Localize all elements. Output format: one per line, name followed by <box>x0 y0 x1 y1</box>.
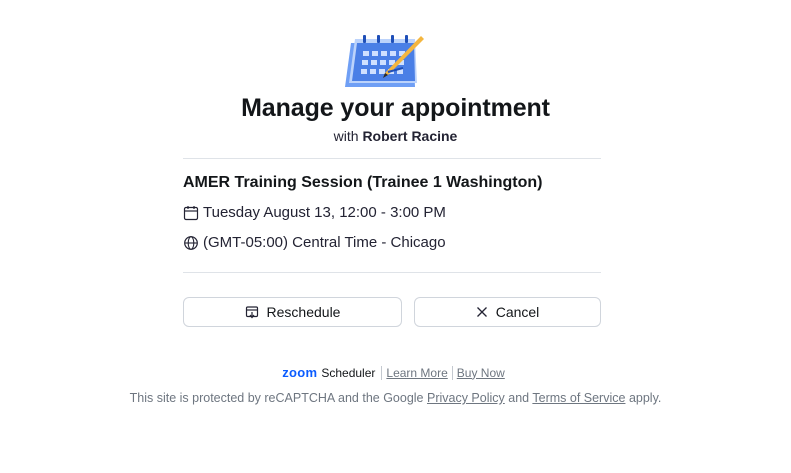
recaptcha-and: and <box>508 391 530 405</box>
event-timezone-row: (GMT-05:00) Central Time - Chicago <box>183 234 446 251</box>
page-title: Manage your appointment <box>241 94 550 122</box>
event-datetime: Tuesday August 13, 12:00 - 3:00 PM <box>203 204 446 221</box>
event-timezone: (GMT-05:00) Central Time - Chicago <box>203 234 446 251</box>
calendar-illustration-icon <box>345 35 424 87</box>
with-prefix: with <box>333 128 359 144</box>
cancel-button[interactable]: Cancel <box>414 297 601 327</box>
globe-icon <box>184 235 198 250</box>
brand-footer: zoom Scheduler Learn More Buy Now <box>0 365 791 380</box>
close-icon <box>476 307 487 317</box>
reschedule-button[interactable]: Reschedule <box>183 297 402 327</box>
cancel-label: Cancel <box>495 304 540 320</box>
scheduler-label: Scheduler <box>321 365 376 380</box>
bottom-divider <box>183 272 601 273</box>
reschedule-icon <box>245 306 258 319</box>
host-name: Robert Racine <box>362 128 458 144</box>
calendar-icon <box>183 205 199 220</box>
recaptcha-suffix: apply. <box>628 391 662 405</box>
event-title: AMER Training Session (Trainee 1 Washing… <box>183 174 543 191</box>
event-datetime-row: Tuesday August 13, 12:00 - 3:00 PM <box>183 204 446 221</box>
learn-more-link[interactable]: Learn More <box>382 366 451 380</box>
recaptcha-prefix: This site is protected by reCAPTCHA and … <box>129 391 424 405</box>
privacy-policy-link[interactable]: Privacy Policy <box>427 391 505 405</box>
host-line: with Robert Racine <box>0 128 791 144</box>
zoom-logo: zoom <box>282 365 318 380</box>
recaptcha-notice: This site is protected by reCAPTCHA and … <box>0 391 791 405</box>
top-divider <box>183 158 601 159</box>
terms-of-service-link[interactable]: Terms of Service <box>532 391 625 405</box>
buy-now-link[interactable]: Buy Now <box>453 366 509 380</box>
reschedule-label: Reschedule <box>266 304 341 320</box>
